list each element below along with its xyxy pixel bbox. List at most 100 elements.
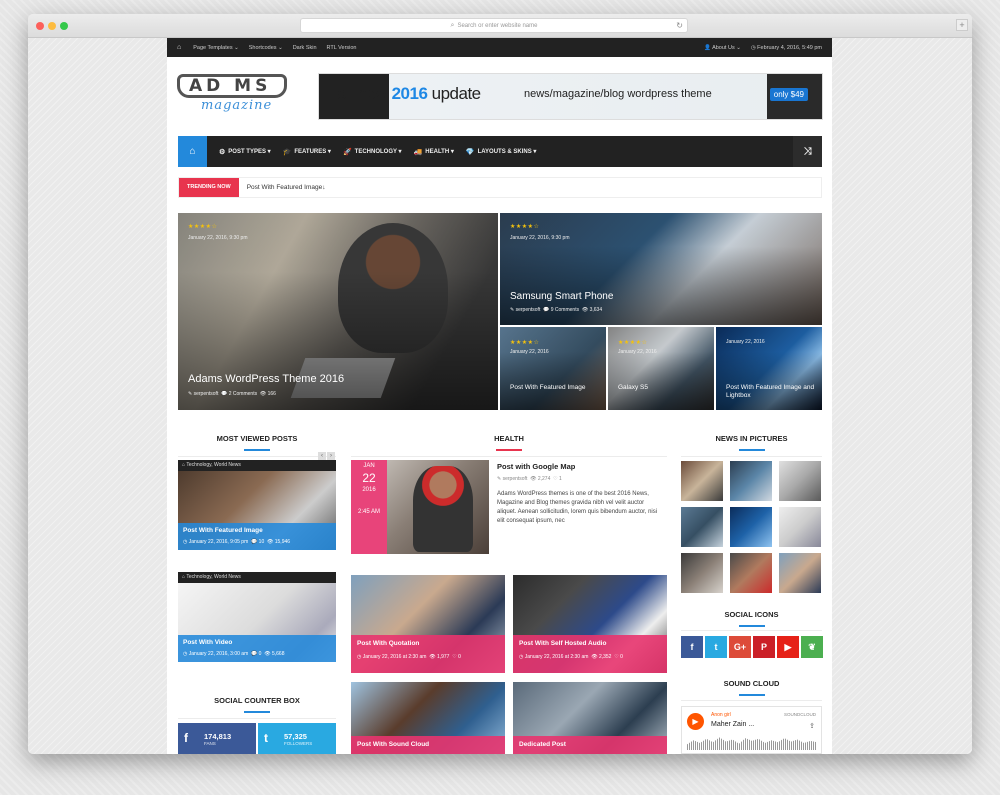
health-post-card[interactable]: Dedicated Post [513, 682, 667, 754]
post-thumbnail[interactable]: Post With Video ◷ January 22, 2016, 3:00… [178, 583, 336, 662]
post-title[interactable]: Post With Self Hosted Audio [513, 635, 667, 647]
minimize-window-button[interactable] [48, 22, 56, 30]
nav-item-technology[interactable]: 🚀 TECHNOLOGY ▾ [337, 148, 408, 156]
banner-headline: all-new 2016 update [337, 84, 481, 103]
soundcloud-player: ▶ Anon girl Maher Zain ... SOUNDCLOUD ⇪ [681, 706, 822, 754]
header-ad-banner[interactable]: all-new 2016 update news/magazine/blog w… [318, 73, 823, 120]
close-window-button[interactable] [36, 22, 44, 30]
picture-thumbnail[interactable] [779, 507, 821, 547]
most-viewed-post[interactable]: ⌂ Technology, World News Post With Featu… [178, 460, 336, 550]
featured-small-post[interactable]: January 22, 2016 Post With Featured Imag… [716, 327, 822, 410]
new-tab-button[interactable]: + [956, 19, 968, 31]
post-title[interactable]: Post With Video [178, 635, 336, 646]
nav-home-button[interactable]: ⌂ [178, 136, 207, 167]
post-category[interactable]: ⌂ Technology, World News [178, 572, 336, 583]
post-meta: ◷ January 22, 2016 at 2:30 am 👁 2,352 ♡ … [519, 654, 623, 660]
post-title[interactable]: Dedicated Post [513, 736, 667, 748]
social-counter-box: f 174,813 FANS t 57,325 FOLLOWERS [178, 723, 336, 754]
most-viewed-post[interactable]: ⌂ Technology, World News Post With Video… [178, 572, 336, 662]
reload-icon[interactable]: ↻ [676, 19, 683, 32]
address-placeholder: Search or enter website name [457, 23, 538, 29]
picture-thumbnail[interactable] [779, 553, 821, 593]
boxer-photo [413, 466, 473, 552]
post-excerpt: Adams WordPress themes is one of the bes… [497, 491, 658, 524]
topbar-link-shortcodes[interactable]: Shortcodes ⌄ [249, 45, 283, 51]
maximize-window-button[interactable] [60, 22, 68, 30]
youtube-icon[interactable]: ▶ [777, 636, 799, 658]
address-bar[interactable]: ⌕ Search or enter website name ↻ [300, 18, 688, 33]
post-title[interactable]: Post With Featured Image [510, 384, 600, 392]
picture-thumbnail[interactable] [730, 553, 772, 593]
featured-small-post[interactable]: ★★★★☆ January 22, 2016 Galaxy S5 [608, 327, 714, 410]
social-icons-heading: SOCIAL ICONS [681, 610, 822, 627]
site-logo[interactable]: AD MS magazine [177, 74, 287, 118]
home-icon[interactable]: ⌂ [177, 44, 181, 51]
rocket-icon: 🚀 [342, 148, 352, 156]
home-icon: ⌂ [189, 146, 196, 157]
next-arrow-icon[interactable]: › [327, 452, 335, 460]
picture-thumbnail[interactable] [730, 507, 772, 547]
post-date: January 22, 2016, 9:30 pm [188, 235, 248, 241]
post-meta: ✎ serpentsoft 💬 2 Comments 👁 166 [188, 391, 276, 397]
news-in-pictures-grid [681, 461, 822, 593]
post-thumbnail[interactable]: Post With Featured Image ◷ January 22, 2… [178, 471, 336, 550]
nav-item-health[interactable]: 🚚 HEALTH ▾ [408, 148, 460, 156]
facebook-counter[interactable]: f 174,813 FANS [178, 723, 256, 754]
play-icon[interactable]: ▶ [687, 713, 704, 730]
rating-stars: ★★★★☆ [510, 340, 540, 346]
banner-price-badge: only $49 [769, 88, 808, 101]
health-post-card[interactable]: Post With Quotation ◷ January 22, 2016 a… [351, 575, 505, 673]
post-title[interactable]: Post With Featured Image [178, 523, 336, 534]
picture-thumbnail[interactable] [779, 461, 821, 501]
rating-stars: ★★★★☆ [618, 340, 648, 346]
picture-thumbnail[interactable] [681, 507, 723, 547]
soundcloud-artist[interactable]: Anon girl [711, 712, 731, 718]
share-icon[interactable]: ⇪ [809, 722, 815, 730]
post-title[interactable]: Post With Quotation [351, 635, 505, 647]
main-nav: ⌂ ⚙ POST TYPES ▾ 🎓 FEATURES ▾ 🚀 TECHNOLOGY … [178, 136, 822, 167]
twitter-counter[interactable]: t 57,325 FOLLOWERS [258, 723, 336, 754]
most-viewed-pager: ‹ › [318, 452, 335, 460]
twitter-icon[interactable]: t [705, 636, 727, 658]
picture-thumbnail[interactable] [730, 461, 772, 501]
twitter-icon: t [264, 731, 268, 745]
post-title[interactable]: Post with Google Map [497, 462, 575, 471]
health-post-card[interactable]: Post With Sound Cloud [351, 682, 505, 754]
topbar-about-us[interactable]: 👤 About Us ⌄ [704, 45, 741, 51]
waveform[interactable] [687, 737, 817, 750]
soundcloud-logo[interactable]: SOUNDCLOUD [784, 712, 816, 717]
post-title[interactable]: Samsung Smart Phone [510, 291, 613, 302]
random-post-button[interactable]: ⤨ [793, 136, 822, 167]
post-meta: ◷ January 22, 2016, 3:00 am 💬 0 👁 5,668 [183, 651, 285, 657]
post-meta: ◷ January 22, 2016, 9:05 pm 💬 10 👁 15,94… [183, 539, 291, 545]
picture-thumbnail[interactable] [681, 461, 723, 501]
topbar-link-rtl-version[interactable]: RTL Version [327, 45, 357, 51]
picture-thumbnail[interactable] [681, 553, 723, 593]
nav-item-layouts-skins[interactable]: 💎 LAYOUTS & SKINS ▾ [460, 148, 543, 156]
nav-item-features[interactable]: 🎓 FEATURES ▾ [277, 148, 337, 156]
rating-stars: ★★★★☆ [510, 224, 540, 230]
health-post-card[interactable]: Post With Self Hosted Audio ◷ January 22… [513, 575, 667, 673]
post-title[interactable]: Adams WordPress Theme 2016 [188, 373, 344, 385]
soundcloud-track[interactable]: Maher Zain ... [711, 721, 754, 728]
trending-link[interactable]: Post With Featured Image↓ [247, 184, 326, 191]
featured-small-post[interactable]: ★★★★☆ January 22, 2016 Post With Feature… [500, 327, 606, 410]
google-plus-icon[interactable]: G+ [729, 636, 751, 658]
post-date: January 22, 2016 [618, 349, 657, 355]
health-heading[interactable]: HEALTH [351, 434, 667, 451]
prev-arrow-icon[interactable]: ‹ [318, 452, 326, 460]
topbar-link-page-templates[interactable]: Page Templates ⌄ [193, 45, 238, 51]
nav-item-post-types[interactable]: ⚙ POST TYPES ▾ [213, 148, 277, 156]
post-title[interactable]: Galaxy S5 [618, 384, 708, 392]
pinterest-icon[interactable]: P [753, 636, 775, 658]
post-title[interactable]: Post With Sound Cloud [351, 736, 505, 748]
health-featured-post[interactable]: JAN 22 2016 2:45 AM Post with Google Map… [351, 460, 667, 554]
post-category[interactable]: ⌂ Technology, World News [178, 460, 336, 471]
vine-icon[interactable]: ❦ [801, 636, 823, 658]
post-title[interactable]: Post With Featured Image and Lightbox [726, 384, 816, 400]
featured-main-post[interactable]: ★★★★☆ January 22, 2016, 9:30 pm Adams Wo… [178, 213, 498, 410]
facebook-icon[interactable]: f [681, 636, 703, 658]
post-meta: ◷ January 22, 2016 at 2:30 am 👁 1,977 ♡ … [357, 654, 461, 660]
featured-top-post[interactable]: ★★★★☆ January 22, 2016, 9:30 pm Samsung … [500, 213, 822, 325]
topbar-link-dark-skin[interactable]: Dark Skin [293, 45, 317, 51]
